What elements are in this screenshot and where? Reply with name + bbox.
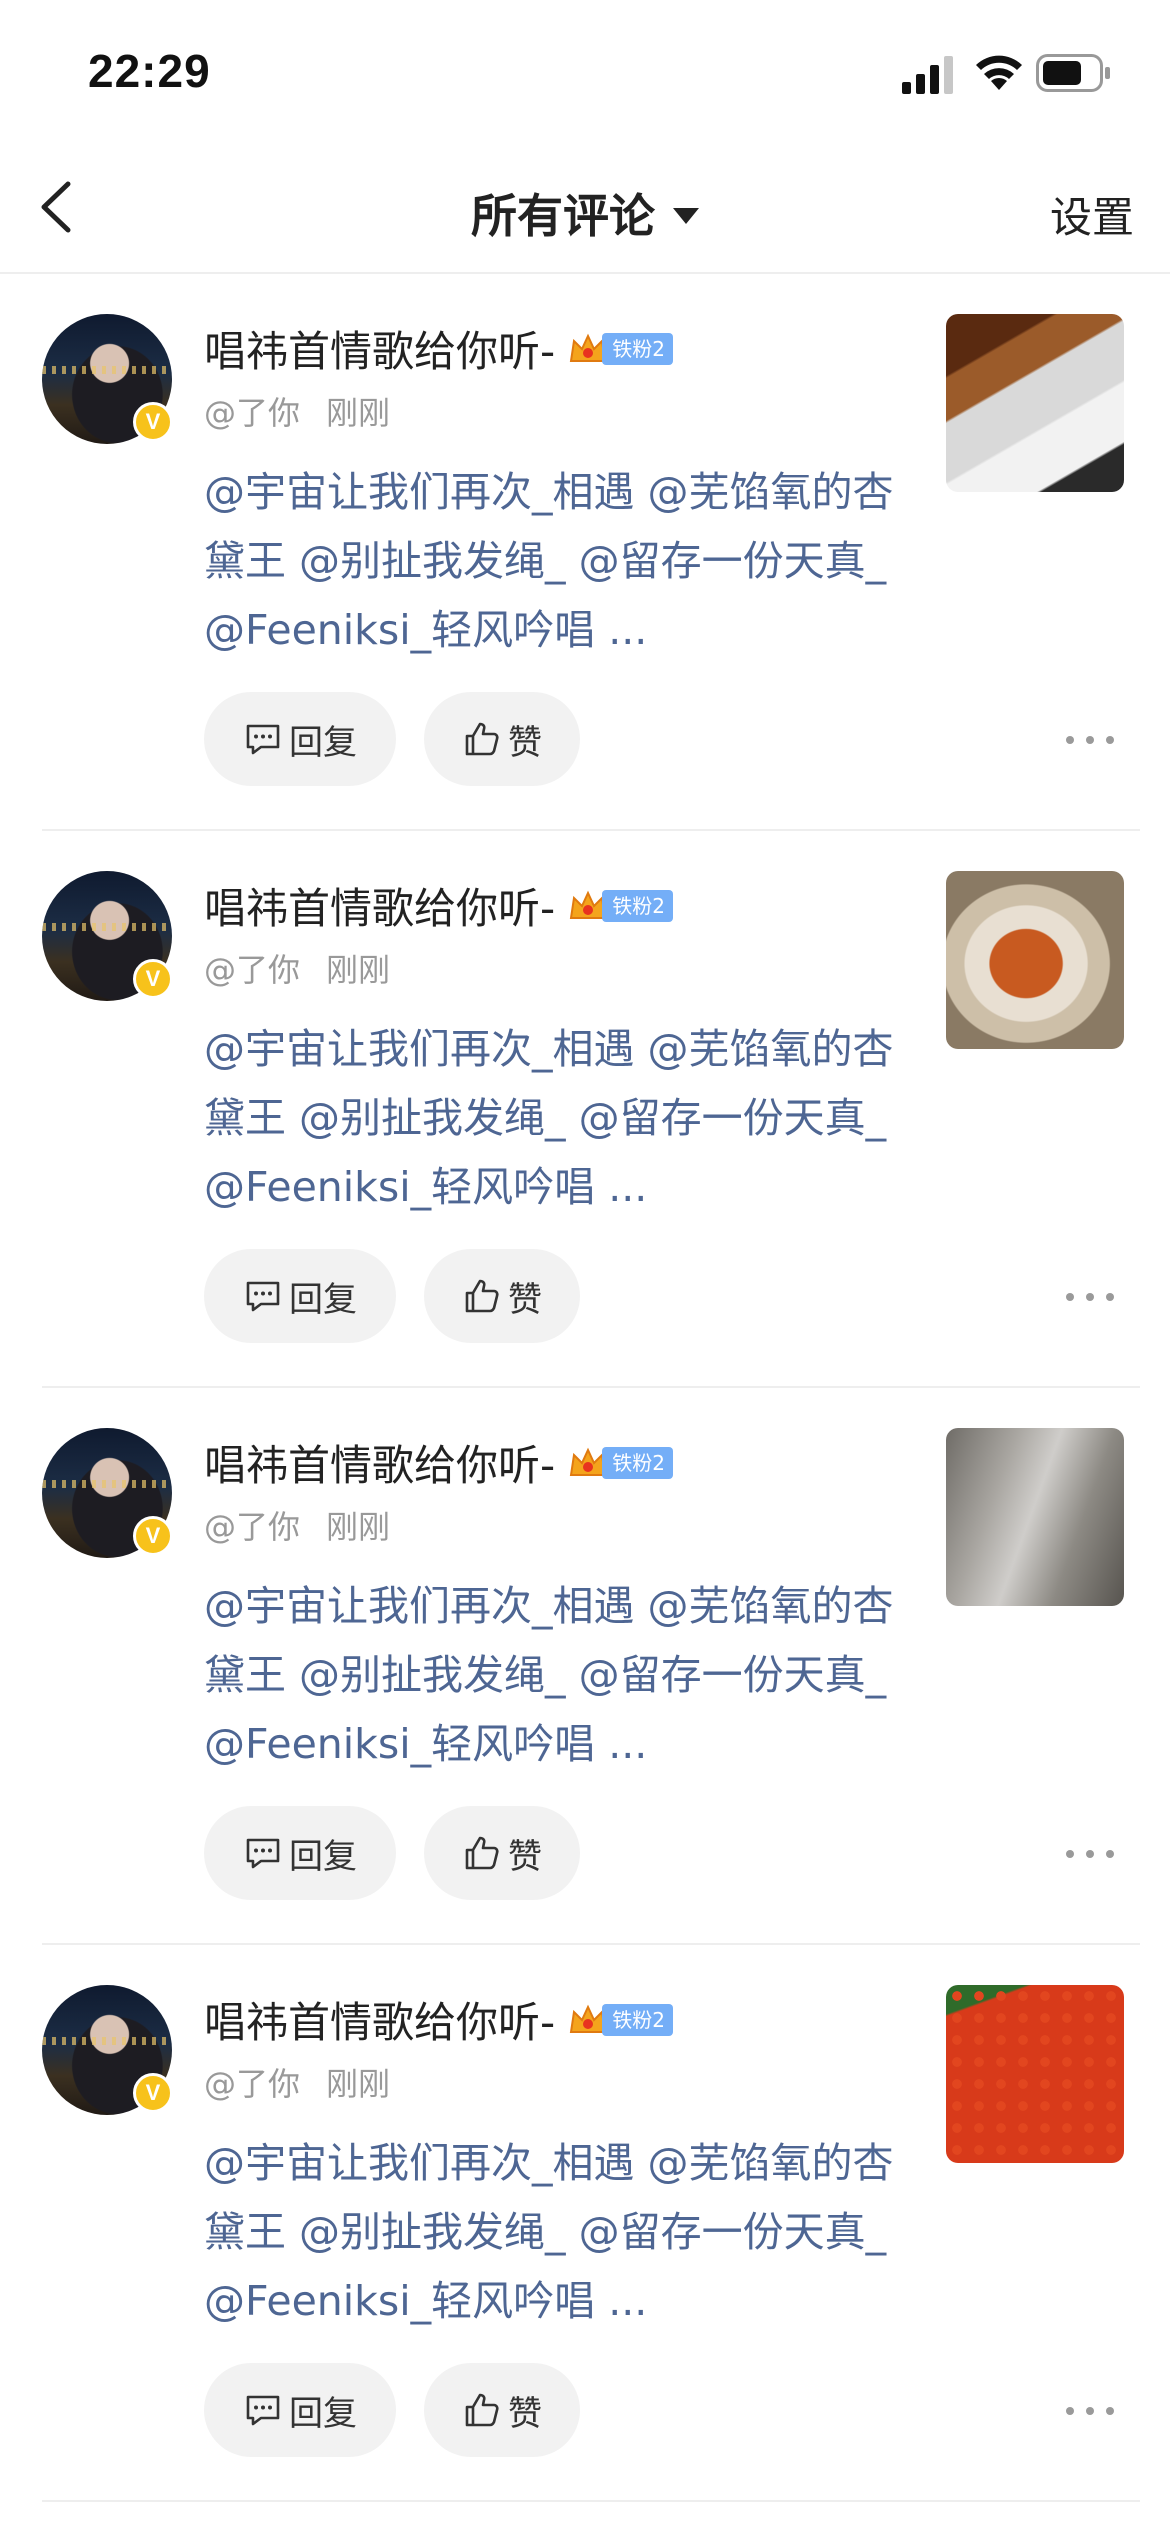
- verified-badge-icon: V: [133, 1516, 173, 1556]
- comment-meta: @了你 刚刚: [204, 2059, 390, 2105]
- more-options-icon[interactable]: [1066, 2391, 1114, 2431]
- reply-button[interactable]: 回复: [204, 1249, 396, 1343]
- like-button[interactable]: 赞: [424, 1249, 580, 1343]
- fan-badge: 铁粉2: [568, 331, 673, 367]
- comment-item[interactable]: V 唱祎首情歌给你听- 铁粉2 @了你 刚刚 @宇宙让我们再次_相遇 @芜馅氧的杏…: [0, 1945, 1170, 2502]
- reply-button[interactable]: 回复: [204, 2363, 396, 2457]
- comment-list: V 唱祎首情歌给你听- 铁粉2 @了你 刚刚 @宇宙让我们再次_相遇 @芜馅氧的杏…: [0, 274, 1170, 2502]
- reply-button[interactable]: 回复: [204, 692, 396, 786]
- verified-badge-icon: V: [133, 959, 173, 999]
- comment-filter-dropdown[interactable]: 所有评论: [0, 180, 1170, 246]
- comment-text[interactable]: @宇宙让我们再次_相遇 @芜馅氧的杏黛王 @别扯我发绳_ @留存一份天真_ @F…: [204, 458, 894, 665]
- comment-text[interactable]: @宇宙让我们再次_相遇 @芜馅氧的杏黛王 @别扯我发绳_ @留存一份天真_ @F…: [204, 1572, 894, 1779]
- fan-badge: 铁粉2: [568, 2002, 673, 2038]
- post-thumbnail[interactable]: [946, 1985, 1124, 2163]
- mention-label: @了你: [204, 2065, 301, 2103]
- comment-meta: @了你 刚刚: [204, 1502, 390, 1548]
- username[interactable]: 唱祎首情歌给你听-: [204, 1441, 555, 1490]
- username-row: 唱祎首情歌给你听- 铁粉2: [204, 1989, 673, 2047]
- more-options-icon[interactable]: [1066, 720, 1114, 760]
- caret-down-icon: [673, 207, 699, 224]
- like-button[interactable]: 赞: [424, 2363, 580, 2457]
- fan-badge: 铁粉2: [568, 888, 673, 924]
- mention-label: @了你: [204, 951, 301, 989]
- cellular-signal-icon: [902, 56, 953, 94]
- verified-badge-icon: V: [133, 2073, 173, 2113]
- username[interactable]: 唱祎首情歌给你听-: [204, 1998, 555, 2047]
- reply-bubble-icon: [246, 2395, 280, 2426]
- like-button[interactable]: 赞: [424, 1806, 580, 1900]
- username-row: 唱祎首情歌给你听- 铁粉2: [204, 1432, 673, 1490]
- reply-label: 回复: [289, 1279, 357, 1320]
- reply-label: 回复: [289, 2393, 357, 2434]
- post-thumbnail[interactable]: [946, 1428, 1124, 1606]
- reply-bubble-icon: [246, 1838, 280, 1869]
- reply-bubble-icon: [246, 724, 280, 755]
- username[interactable]: 唱祎首情歌给你听-: [204, 327, 555, 376]
- username-row: 唱祎首情歌给你听- 铁粉2: [204, 318, 673, 376]
- post-thumbnail[interactable]: [946, 871, 1124, 1049]
- timestamp: 刚刚: [326, 394, 391, 432]
- status-bar: 22:29: [0, 0, 1170, 150]
- username[interactable]: 唱祎首情歌给你听-: [204, 884, 555, 933]
- wifi-icon: [976, 55, 1022, 90]
- like-label: 赞: [508, 2393, 542, 2434]
- status-time: 22:29: [88, 45, 211, 97]
- comment-meta: @了你 刚刚: [204, 945, 390, 991]
- timestamp: 刚刚: [326, 2065, 391, 2103]
- like-label: 赞: [508, 722, 542, 763]
- reply-label: 回复: [289, 722, 357, 763]
- battery-icon: [1036, 54, 1110, 92]
- settings-button[interactable]: 设置: [1050, 184, 1134, 245]
- like-label: 赞: [508, 1836, 542, 1877]
- fan-badge-label: 铁粉2: [602, 2003, 673, 2036]
- thumbs-up-icon: [465, 1279, 499, 1313]
- like-button[interactable]: 赞: [424, 692, 580, 786]
- thumbs-up-icon: [465, 722, 499, 756]
- timestamp: 刚刚: [326, 951, 391, 989]
- comment-item[interactable]: V 唱祎首情歌给你听- 铁粉2 @了你 刚刚 @宇宙让我们再次_相遇 @芜馅氧的杏…: [0, 274, 1170, 831]
- fan-badge: 铁粉2: [568, 1445, 673, 1481]
- reply-bubble-icon: [246, 1281, 280, 1312]
- comment-text[interactable]: @宇宙让我们再次_相遇 @芜馅氧的杏黛王 @别扯我发绳_ @留存一份天真_ @F…: [204, 1015, 894, 1222]
- like-label: 赞: [508, 1279, 542, 1320]
- username-row: 唱祎首情歌给你听- 铁粉2: [204, 875, 673, 933]
- reply-label: 回复: [289, 1836, 357, 1877]
- more-options-icon[interactable]: [1066, 1834, 1114, 1874]
- comment-text[interactable]: @宇宙让我们再次_相遇 @芜馅氧的杏黛王 @别扯我发绳_ @留存一份天真_ @F…: [204, 2129, 894, 2336]
- comment-item[interactable]: V 唱祎首情歌给你听- 铁粉2 @了你 刚刚 @宇宙让我们再次_相遇 @芜馅氧的杏…: [0, 831, 1170, 1388]
- divider: [42, 2500, 1140, 2502]
- thumbs-up-icon: [465, 1836, 499, 1870]
- mention-label: @了你: [204, 394, 301, 432]
- page-title: 所有评论: [471, 189, 655, 243]
- fan-badge-label: 铁粉2: [602, 1446, 673, 1479]
- timestamp: 刚刚: [326, 1508, 391, 1546]
- comment-item[interactable]: V 唱祎首情歌给你听- 铁粉2 @了你 刚刚 @宇宙让我们再次_相遇 @芜馅氧的杏…: [0, 1388, 1170, 1945]
- reply-button[interactable]: 回复: [204, 1806, 396, 1900]
- comment-meta: @了你 刚刚: [204, 388, 390, 434]
- post-thumbnail[interactable]: [946, 314, 1124, 492]
- more-options-icon[interactable]: [1066, 1277, 1114, 1317]
- verified-badge-icon: V: [133, 402, 173, 442]
- fan-badge-label: 铁粉2: [602, 889, 673, 922]
- thumbs-up-icon: [465, 2393, 499, 2427]
- nav-bar: 所有评论 设置: [0, 150, 1170, 274]
- mention-label: @了你: [204, 1508, 301, 1546]
- fan-badge-label: 铁粉2: [602, 332, 673, 365]
